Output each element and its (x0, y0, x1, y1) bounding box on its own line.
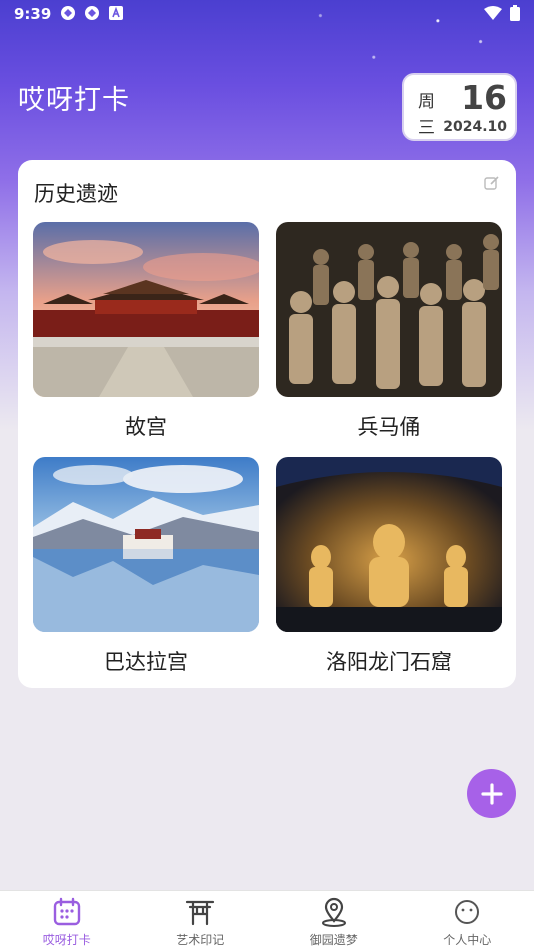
status-time: 9:39 (14, 5, 52, 23)
date-year-month: 2024.10 (443, 119, 507, 135)
app-notification-icon (61, 6, 75, 20)
site-photo[interactable] (33, 457, 259, 632)
battery-icon (510, 5, 520, 21)
smile-face-icon (455, 900, 480, 924)
tab-profile[interactable]: 个人中心 (401, 891, 534, 950)
wifi-icon (484, 6, 502, 20)
status-bar: 9:39 (0, 0, 534, 30)
edit-icon[interactable] (484, 175, 500, 191)
tab-label: 个人中心 (443, 933, 492, 947)
site-item-longmen-grottoes[interactable]: 洛阳龙门石窟 (276, 457, 502, 676)
tab-garden-dream[interactable]: 御园遗梦 (267, 891, 401, 950)
plus-icon (480, 782, 503, 805)
map-pin-icon (321, 897, 346, 927)
site-item-potala-palace[interactable]: 巴达拉宫 (33, 457, 259, 676)
page-title: 哎呀打卡 (18, 85, 130, 116)
site-name: 故宫 (125, 415, 167, 439)
site-name: 巴达拉宫 (104, 650, 188, 674)
historic-sites-card: 历史遗迹 故宫 兵马俑 巴达拉宫 洛阳龙门石窟 (18, 160, 516, 688)
site-photo[interactable] (33, 222, 259, 397)
site-name: 兵马俑 (357, 415, 421, 439)
tab-art-imprint[interactable]: 艺术印记 (134, 891, 268, 950)
tab-label: 艺术印记 (176, 933, 225, 947)
card-title: 历史遗迹 (34, 182, 118, 206)
status-right (484, 5, 520, 21)
tab-checkin[interactable]: 哎呀打卡 (0, 891, 134, 950)
date-card: 周 三 16 2024.10 (402, 73, 517, 141)
tab-label: 哎呀打卡 (42, 933, 91, 947)
font-notification-icon (109, 6, 123, 20)
add-button[interactable] (467, 769, 516, 818)
site-item-terracotta-army[interactable]: 兵马俑 (276, 222, 502, 441)
bottom-tab-bar: 哎呀打卡 艺术印记 御园遗梦 个人中心 (0, 890, 534, 950)
site-photo[interactable] (276, 222, 502, 397)
torii-gate-icon (186, 900, 215, 926)
site-photo[interactable] (276, 457, 502, 632)
site-item-forbidden-city[interactable]: 故宫 (33, 222, 259, 441)
tab-label: 御园遗梦 (309, 933, 358, 947)
weekday-label: 周 (418, 92, 435, 112)
app-notification-icon (85, 6, 99, 20)
site-name: 洛阳龙门石窟 (326, 650, 452, 674)
notification-icons (60, 5, 124, 21)
calendar-icon (53, 897, 80, 926)
date-day: 16 (461, 78, 507, 117)
weekday-value: 三 (418, 118, 435, 138)
